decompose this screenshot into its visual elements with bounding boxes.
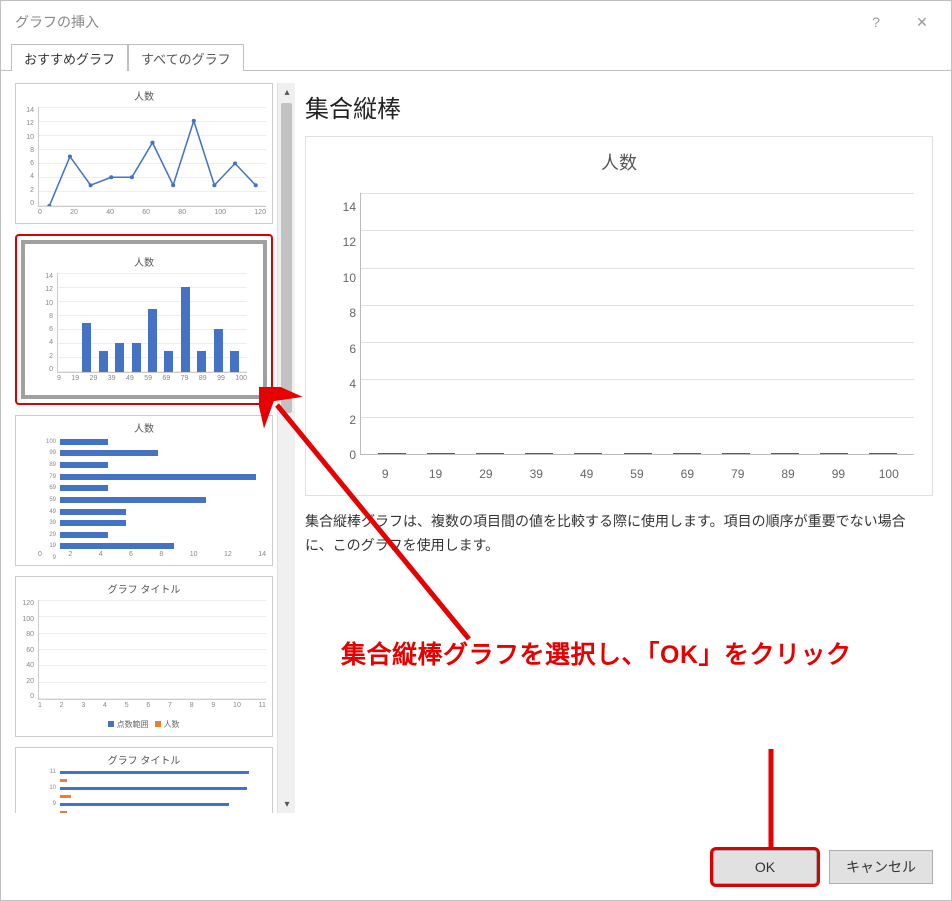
scroll-up-arrow-icon[interactable]: ▴ [278,83,296,101]
cancel-button[interactable]: キャンセル [829,850,933,884]
scrollbar-thumb[interactable] [281,103,292,413]
tab-strip: おすすめグラフ すべてのグラフ [1,43,951,71]
sidebar-scrollbar[interactable]: ▴ ▾ [277,83,295,813]
y-axis-labels: 0 2 4 6 8 10 12 14 [334,193,356,455]
close-button[interactable]: ✕ [899,7,945,37]
content-area: 人数 14 12 10 8 6 4 2 0 [1,71,951,900]
thumbnail-title: 人数 [35,250,253,269]
tab-recommended[interactable]: おすすめグラフ [11,44,128,71]
dialog-title: グラフの挿入 [15,12,853,32]
line-chart-icon [39,107,266,206]
main-preview-chart[interactable]: 人数 0 2 4 6 8 10 12 14 [305,136,933,496]
help-button[interactable]: ? [853,7,899,37]
chart-thumbnail-grouped-hbar[interactable]: グラフ タイトル 11 10 9 8 7 [15,747,273,813]
x-axis-labels: 9 19 29 39 49 59 69 79 89 99 100 [360,467,914,481]
ok-button[interactable]: OK [713,850,817,884]
chart-thumbnail-hbar[interactable]: 人数 100 99 89 79 69 59 49 39 29 19 [15,415,273,566]
legend: 点数範囲 人数 [16,716,272,736]
y-axis-ticks: 14 12 10 8 6 4 2 0 [35,273,55,373]
x-axis-ticks: 1 2 3 4 5 6 7 8 9 10 11 [38,702,266,716]
grouped-hbars: 11 10 9 8 7 6 [38,767,266,813]
chart-thumbnail-line[interactable]: 人数 14 12 10 8 6 4 2 0 [15,83,273,224]
chart-title: 人数 [306,149,932,175]
y-axis-ticks: 120 100 80 60 40 20 0 [16,600,36,700]
chart-thumbnail-grouped-column[interactable]: グラフ タイトル 120 100 80 60 40 20 0 [15,576,273,737]
x-axis-ticks: 9 19 29 39 49 59 69 79 89 99 100 [57,375,247,389]
hbars: 100 99 89 79 69 59 49 39 29 19 9 [38,435,266,565]
scroll-down-arrow-icon[interactable]: ▾ [278,795,296,813]
recommended-chart-list: 人数 14 12 10 8 6 4 2 0 [15,83,295,813]
thumbnail-title: グラフ タイトル [16,577,272,596]
grouped-bars [39,600,266,699]
chart-thumbnail-column-selected[interactable]: 人数 14 12 10 8 6 4 2 0 [15,234,273,405]
annotation-text: 集合縦棒グラフを選択し、「OK」をクリック [341,635,852,671]
thumbnail-title: グラフ タイトル [16,748,272,767]
plot-area [360,193,914,455]
titlebar: グラフの挿入 ? ✕ [1,1,951,43]
x-axis-ticks: 0 2 4 6 8 10 12 14 [38,551,266,565]
dialog-footer: OK キャンセル [713,850,933,884]
chart-preview-panel: 集合縦棒 人数 0 2 4 6 8 10 12 14 [305,83,937,900]
y-axis-ticks: 14 12 10 8 6 4 2 0 [16,107,36,207]
tab-all-charts[interactable]: すべてのグラフ [128,44,244,71]
main-bars [361,193,914,454]
chart-type-description: 集合縦棒グラフは、複数の項目間の値を比較する際に使用します。項目の順序が重要でな… [305,510,933,558]
bars [58,273,247,372]
thumbnail-title: 人数 [16,416,272,435]
x-axis-ticks: 0 20 40 60 80 100 120 [38,209,266,223]
thumbnail-title: 人数 [16,84,272,103]
insert-chart-dialog: グラフの挿入 ? ✕ おすすめグラフ すべてのグラフ 人数 14 12 10 8 [0,0,952,901]
chart-type-heading: 集合縦棒 [305,89,933,124]
thumbnail-list: 人数 14 12 10 8 6 4 2 0 [15,83,277,813]
